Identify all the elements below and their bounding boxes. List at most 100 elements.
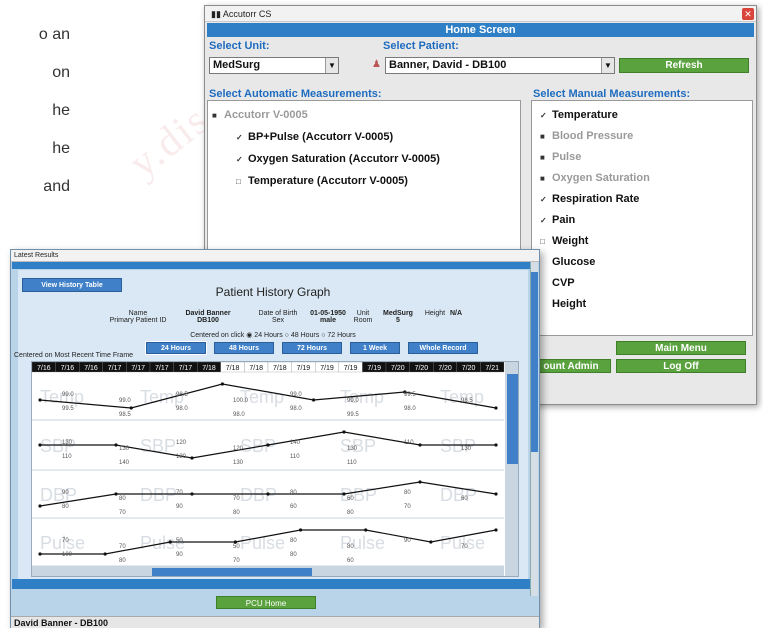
manual-item-weight[interactable]: □ Weight xyxy=(540,235,588,247)
date-label: 7/20 xyxy=(391,365,405,372)
manual-item-label: Temperature xyxy=(552,109,618,121)
data-point xyxy=(114,492,118,496)
data-point xyxy=(418,480,422,484)
date-label: 7/18 xyxy=(202,365,216,372)
value-label: 70 xyxy=(461,544,468,550)
value-label: 99.5 xyxy=(347,412,359,418)
patient-select[interactable]: Banner, David - DB100 ▼ xyxy=(385,57,615,74)
value-label: 99.0 xyxy=(290,392,302,398)
value-label: 80 xyxy=(62,504,69,510)
date-label: 7/19 xyxy=(297,365,311,372)
value-label: 130 xyxy=(119,446,130,452)
auto-item-bp-pulse[interactable]: ✓ BP+Pulse (Accutorr V-0005) xyxy=(236,131,393,143)
data-point xyxy=(38,398,42,402)
manual-item-blood-pressure[interactable]: ■ Blood Pressure xyxy=(540,130,633,142)
pid-value: DB100 xyxy=(197,317,219,324)
screen: o an on he he and y.discou ▮▮ Accutorr C… xyxy=(0,0,763,628)
manual-item-oxygen[interactable]: ■ Oxygen Saturation xyxy=(540,172,650,184)
value-label: 140 xyxy=(119,460,130,466)
account-admin-button[interactable]: ount Admin xyxy=(531,359,611,373)
manual-item-pulse[interactable]: ■ Pulse xyxy=(540,151,581,163)
pcu-home-button[interactable]: PCU Home xyxy=(216,596,316,609)
checkbox-icon: ✓ xyxy=(236,155,243,164)
range-1week-button[interactable]: 1 Week xyxy=(350,342,400,354)
value-label: 110 xyxy=(290,454,300,460)
unit-select[interactable]: MedSurg ▼ xyxy=(209,57,339,74)
history-chart: 7/16 7/16 7/16 7/17 7/17 7/17 7/17 7/18 7/18 7/18… xyxy=(31,361,519,577)
band-watermark-label: Temp xyxy=(240,387,284,407)
date-label: 7/19 xyxy=(320,365,334,372)
checkbox-icon: □ xyxy=(540,237,545,246)
band-watermark-label: Pulse xyxy=(240,533,285,553)
band-watermark-label: SBP xyxy=(40,436,76,456)
value-label: 70 xyxy=(404,504,411,510)
auto-item-oxygen[interactable]: ✓ Oxygen Saturation (Accutorr V-0005) xyxy=(236,153,440,165)
date-label: 7/16 xyxy=(84,365,98,372)
manual-item-pain[interactable]: ✓ Pain xyxy=(540,214,575,226)
value-label: 50 xyxy=(176,538,183,544)
radio-48h[interactable]: ○ 48 Hours xyxy=(285,332,320,339)
value-label: 110 xyxy=(347,460,357,466)
data-point xyxy=(38,504,42,508)
select-unit-label: Select Unit: xyxy=(209,40,270,52)
select-patient-label: Select Patient: xyxy=(383,40,459,52)
value-label: 80 xyxy=(119,558,126,564)
manual-item-respiration[interactable]: ✓ Respiration Rate xyxy=(540,193,639,205)
value-label: 98.0 xyxy=(233,412,245,418)
band-watermark-label: SBP xyxy=(340,436,376,456)
date-label: 7/18 xyxy=(273,365,287,372)
manual-item-cvp[interactable]: CVP xyxy=(540,277,575,289)
unit-label-block: Unit Room xyxy=(348,310,378,324)
value-label: 99.0 xyxy=(62,392,74,398)
manual-item-temperature[interactable]: ✓ Temperature xyxy=(540,109,618,121)
value-label: 60 xyxy=(290,504,297,510)
radio-24h[interactable]: ◉ 24 Hours xyxy=(246,332,282,339)
graph-area: View History Table Patient History Graph… xyxy=(14,270,528,579)
date-label: 7/16 xyxy=(37,365,51,372)
results-title: Latest Results xyxy=(11,250,539,262)
range-24h-button[interactable]: 24 Hours xyxy=(145,341,207,355)
value-label: 90 xyxy=(62,490,69,496)
log-off-button[interactable]: Log Off xyxy=(616,359,746,373)
close-icon[interactable]: ✕ xyxy=(742,8,754,20)
date-label: 7/20 xyxy=(462,365,476,372)
dob-value: 01-05-1950 xyxy=(310,310,346,317)
pid-label: Primary Patient ID xyxy=(109,317,167,324)
band-watermark-label: Temp xyxy=(440,387,484,407)
manual-item-height[interactable]: Height xyxy=(540,298,586,310)
range-72h-button[interactable]: 72 Hours xyxy=(282,342,342,354)
main-menu-button[interactable]: Main Menu xyxy=(616,341,746,355)
value-label: 98.5 xyxy=(119,412,131,418)
data-point xyxy=(168,540,172,544)
sex-value: male xyxy=(320,317,336,324)
band-watermark-label: DBP xyxy=(240,485,277,505)
graph-title: Patient History Graph xyxy=(215,285,331,299)
manual-item-label: Respiration Rate xyxy=(552,193,640,205)
manual-item-glucose[interactable]: Glucose xyxy=(540,256,595,268)
bottom-strip xyxy=(12,579,530,589)
manual-item-label: Pain xyxy=(552,214,576,226)
height-value: N/A xyxy=(449,310,463,317)
data-point xyxy=(494,443,498,447)
bg-line: he xyxy=(52,102,70,119)
radio-72h[interactable]: ○ 72 Hours xyxy=(321,332,356,339)
chevron-down-icon: ▼ xyxy=(325,58,338,73)
value-label: 70 xyxy=(62,538,69,544)
auto-item-temperature[interactable]: □ Temperature (Accutorr V-0005) xyxy=(236,175,408,187)
auto-item-label: BP+Pulse (Accutorr V-0005) xyxy=(248,131,394,143)
vertical-scrollbar[interactable] xyxy=(530,262,538,596)
value-label: 60 xyxy=(461,496,468,502)
range-48h-button[interactable]: 48 Hours xyxy=(214,342,274,354)
value-label: 120 xyxy=(176,440,187,446)
data-point xyxy=(298,528,303,532)
manual-measurements-panel: ✓ Temperature ■ Blood Pressure ■ Pulse ■ Oxy… xyxy=(531,100,753,336)
refresh-button[interactable]: Refresh xyxy=(619,58,749,73)
band-watermark-label: DBP xyxy=(140,485,177,505)
value-label: 98.5 xyxy=(461,398,473,404)
range-whole-record-button[interactable]: Whole Record xyxy=(408,342,478,354)
scroll-thumb[interactable] xyxy=(531,272,538,452)
auto-device-item[interactable]: ■ Accutorr V-0005 xyxy=(212,109,308,121)
value-label: 80 xyxy=(404,490,411,496)
value-label: 70 xyxy=(176,490,183,496)
chevron-down-icon: ▼ xyxy=(601,58,614,73)
